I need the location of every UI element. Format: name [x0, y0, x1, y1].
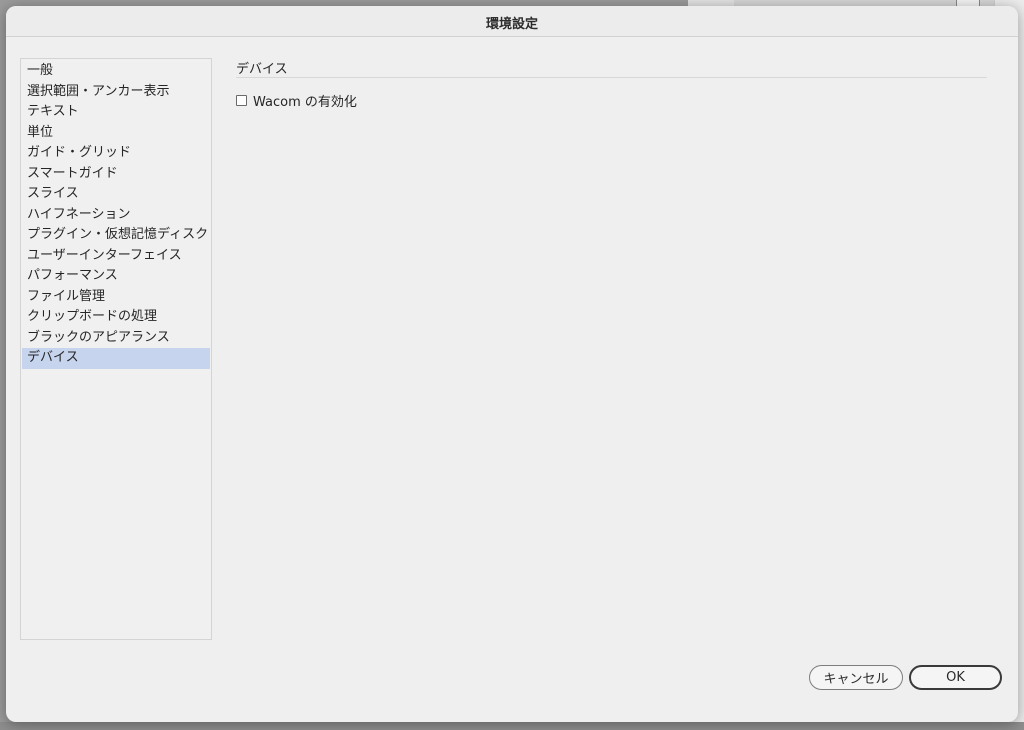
ok-button[interactable]: OK [909, 665, 1002, 690]
section-divider [236, 77, 987, 78]
category-list[interactable]: 一般 選択範囲・アンカー表示 テキスト 単位 ガイド・グリッド スマートガイド … [20, 58, 212, 640]
category-item-general[interactable]: 一般 [22, 61, 210, 82]
background-bottom-edge [0, 722, 1024, 730]
category-item-smart-guides[interactable]: スマートガイド [22, 164, 210, 185]
wacom-enable-option[interactable]: Wacom の有効化 [236, 91, 357, 110]
category-item-selection-anchor[interactable]: 選択範囲・アンカー表示 [22, 82, 210, 103]
category-item-user-interface[interactable]: ユーザーインターフェイス [22, 246, 210, 267]
category-item-text[interactable]: テキスト [22, 102, 210, 123]
category-item-devices[interactable]: デバイス [22, 348, 210, 369]
category-item-file-handling[interactable]: ファイル管理 [22, 287, 210, 308]
dialog-title: 環境設定 [485, 16, 538, 32]
category-item-plugins-scratch-disks[interactable]: プラグイン・仮想記憶ディスク [22, 225, 210, 246]
category-item-performance[interactable]: パフォーマンス [22, 266, 210, 287]
category-item-clipboard[interactable]: クリップボードの処理 [22, 307, 210, 328]
wacom-enable-checkbox[interactable] [236, 94, 247, 106]
cancel-button[interactable]: キャンセル [809, 665, 903, 690]
category-item-black-appearance[interactable]: ブラックのアピアランス [22, 328, 210, 349]
section-title: デバイス [236, 62, 288, 77]
wacom-enable-label[interactable]: Wacom の有効化 [253, 91, 357, 110]
category-item-guides-grid[interactable]: ガイド・グリッド [22, 143, 210, 164]
preferences-dialog: 環境設定 一般 選択範囲・アンカー表示 テキスト 単位 ガイド・グリッド スマー… [6, 6, 1018, 722]
category-item-slices[interactable]: スライス [22, 184, 210, 205]
category-item-hyphenation[interactable]: ハイフネーション [22, 205, 210, 226]
category-item-units[interactable]: 単位 [22, 123, 210, 144]
dialog-titlebar[interactable]: 環境設定 [6, 6, 1018, 37]
